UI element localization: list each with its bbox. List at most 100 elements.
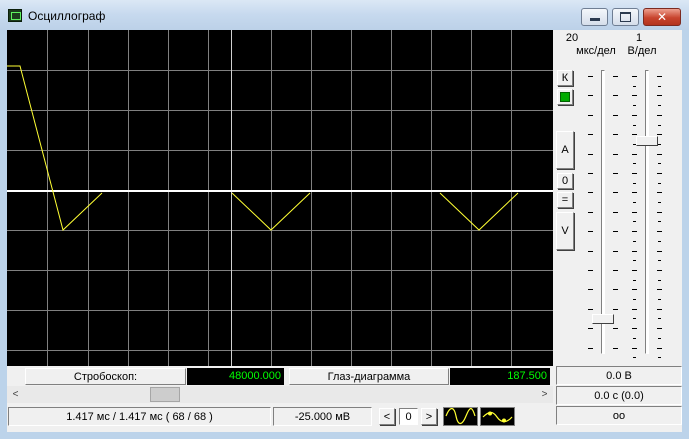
slider-tick — [632, 192, 637, 193]
slider-tick — [632, 309, 637, 310]
oscilloscope-screen[interactable] — [7, 30, 553, 366]
scrollbar-thumb[interactable] — [150, 387, 180, 402]
stroboscope-value: 48000.000 — [187, 368, 284, 385]
slider-tick — [613, 134, 618, 135]
v-button[interactable]: V — [556, 212, 574, 250]
slider-tick — [613, 251, 618, 252]
voltscale-slider-thumb[interactable] — [636, 136, 658, 146]
slider-tick — [658, 299, 661, 300]
infinity-readout: oo — [556, 406, 682, 425]
slider-tick — [657, 328, 662, 329]
eye-diagram-value: 187.500 — [450, 368, 550, 385]
dotted-wave-icon — [482, 411, 513, 423]
close-button[interactable]: ✕ — [643, 8, 681, 26]
slider-tick — [613, 76, 618, 77]
slider-tick — [613, 115, 618, 116]
slider-tick — [588, 134, 593, 135]
slider-tick — [658, 260, 661, 261]
slider-tick — [632, 289, 637, 290]
slider-tick — [633, 338, 636, 339]
slider-tick — [658, 338, 661, 339]
scroll-right-arrow-icon[interactable]: > — [536, 386, 553, 403]
slider-tick — [633, 125, 636, 126]
slider-tick — [633, 202, 636, 203]
slider-tick — [633, 318, 636, 319]
slider-tick — [588, 251, 593, 252]
prev-button[interactable]: < — [379, 408, 395, 425]
slider-tick — [613, 154, 618, 155]
horizontal-scrollbar[interactable]: < > — [7, 386, 553, 403]
next-button[interactable]: > — [421, 408, 437, 425]
slider-tick — [658, 357, 661, 358]
a-button[interactable]: A — [556, 131, 574, 169]
eye-diagram-button[interactable]: Глаз-диаграмма — [289, 368, 449, 385]
maximize-icon — [620, 12, 631, 22]
voltscale-slider[interactable] — [626, 64, 668, 360]
slider-tick — [613, 309, 618, 310]
signal-trace — [7, 65, 103, 231]
slider-tick — [633, 260, 636, 261]
slider-tick — [633, 299, 636, 300]
frame-counter[interactable]: 0 — [399, 408, 418, 425]
minimize-button[interactable] — [581, 8, 608, 26]
slider-tick — [613, 348, 618, 349]
timebase-slider[interactable] — [582, 64, 624, 360]
slider-tick — [588, 192, 593, 193]
slider-tick — [613, 173, 618, 174]
slider-tick — [588, 348, 593, 349]
timebase-slider-thumb[interactable] — [592, 314, 614, 324]
slider-tick — [632, 251, 637, 252]
slider-tick — [588, 231, 593, 232]
slider-tick — [588, 154, 593, 155]
slider-tick — [657, 76, 662, 77]
slider-tick — [658, 105, 661, 106]
window-title: Осциллограф — [28, 9, 106, 23]
slider-tick — [657, 154, 662, 155]
slider-tick — [632, 134, 637, 135]
equals-button[interactable]: = — [557, 192, 573, 208]
slider-tick — [658, 183, 661, 184]
timebase-unit: мкс/дел — [576, 45, 616, 57]
slider-tick — [633, 183, 636, 184]
slider-tick — [613, 212, 618, 213]
scroll-left-arrow-icon[interactable]: < — [7, 386, 24, 403]
oscilloscope-app-icon — [8, 9, 22, 22]
slider-tick — [658, 125, 661, 126]
dot-mode-button[interactable] — [480, 407, 515, 426]
sine-wave-icon — [445, 407, 476, 425]
slider-tick — [657, 309, 662, 310]
slider-tick — [588, 173, 593, 174]
slider-tick — [657, 134, 662, 135]
maximize-button[interactable] — [612, 8, 639, 26]
slider-tick — [632, 212, 637, 213]
slider-tick — [633, 241, 636, 242]
slider-tick — [588, 76, 593, 77]
slider-tick — [588, 328, 593, 329]
slider-tick — [632, 115, 637, 116]
slider-tick — [632, 328, 637, 329]
slider-tick — [633, 86, 636, 87]
slider-tick — [657, 212, 662, 213]
slider-tick — [633, 105, 636, 106]
slider-tick — [657, 231, 662, 232]
slider-tick — [632, 173, 637, 174]
timebase-value: 20 — [565, 32, 579, 44]
time-readout: 0.0 с (0.0) — [556, 386, 682, 405]
timebase-slider-track — [601, 70, 605, 354]
voltscale-unit: В/дел — [627, 45, 657, 57]
green-led-icon — [560, 92, 570, 102]
indicator-button[interactable] — [557, 89, 573, 105]
k-button[interactable]: К — [557, 70, 573, 86]
level-status: -25.000 мВ — [273, 407, 372, 426]
slider-tick — [657, 95, 662, 96]
slider-tick — [588, 289, 593, 290]
close-icon: ✕ — [656, 10, 668, 24]
slider-tick — [657, 173, 662, 174]
slider-tick — [632, 231, 637, 232]
sine-mode-button[interactable] — [443, 407, 478, 426]
voltscale-value: 1 — [635, 32, 643, 44]
stroboscope-button[interactable]: Стробоскоп: — [25, 368, 186, 385]
slider-tick — [588, 115, 593, 116]
slider-tick — [657, 289, 662, 290]
zero-button[interactable]: 0 — [557, 173, 573, 189]
